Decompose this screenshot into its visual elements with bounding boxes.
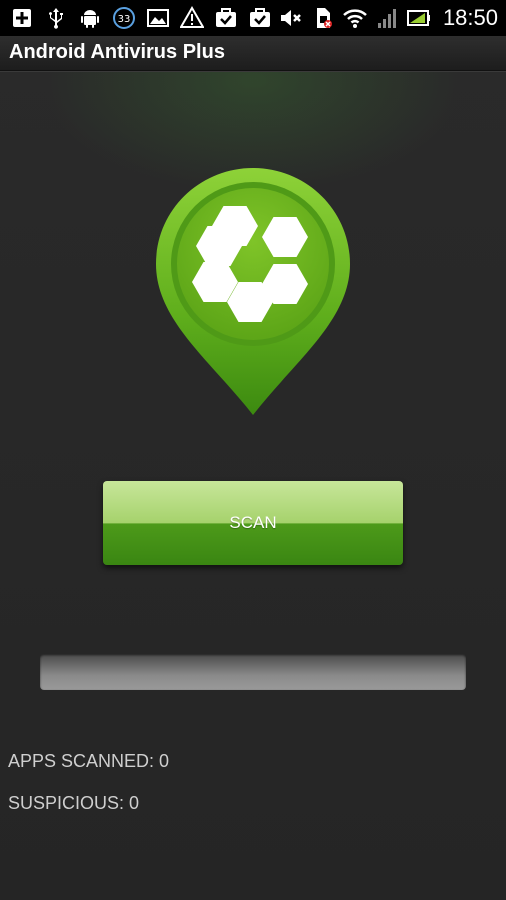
status-clock: 18:50 <box>442 5 498 30</box>
warning-icon <box>180 6 204 30</box>
app-title: Android Antivirus Plus <box>9 41 225 63</box>
apps-scanned-count: APPS SCANNED: 0 <box>8 751 170 771</box>
signal-icon <box>375 6 399 30</box>
wifi-icon <box>343 6 367 30</box>
system-icons: 18:50 <box>279 0 498 36</box>
status-bar: 33 18:50 <box>0 0 506 36</box>
notification-count-icon: 33 <box>112 6 136 30</box>
app-screen: 33 18:50 Android Antivirus Plus SCAN APP… <box>0 0 506 900</box>
title-bar: Android Antivirus Plus <box>0 36 506 71</box>
scan-button[interactable]: SCAN <box>103 481 403 565</box>
svg-text:33: 33 <box>118 14 131 25</box>
no-sim-icon <box>311 6 335 30</box>
suspicious-count: SUSPICIOUS: 0 <box>8 793 140 813</box>
scan-button-label: SCAN <box>229 513 277 532</box>
usb-icon <box>44 6 68 30</box>
image-icon <box>146 6 170 30</box>
android-icon <box>78 6 102 30</box>
notification-icons: 33 <box>0 0 272 36</box>
battery-charging-icon <box>406 6 431 30</box>
mute-icon <box>279 6 303 30</box>
scan-progress-bar <box>40 654 466 690</box>
briefcase-check-icon <box>248 6 272 30</box>
briefcase-check-icon <box>214 6 238 30</box>
add-icon <box>10 6 34 30</box>
antivirus-logo-icon <box>150 160 356 420</box>
